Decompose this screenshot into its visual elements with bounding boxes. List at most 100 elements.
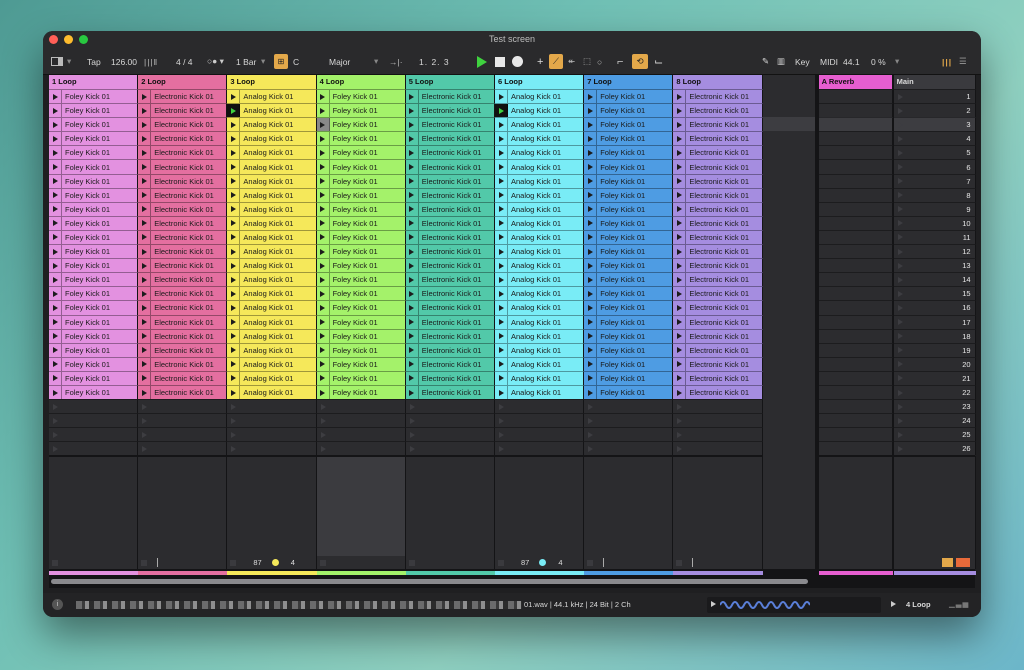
clip-launch-icon[interactable] <box>495 216 508 230</box>
empty-clip-slot[interactable] <box>138 427 228 442</box>
clip-launch-icon[interactable] <box>49 357 62 371</box>
clip-slot[interactable]: Electronic Kick 01 <box>673 300 763 315</box>
clip-slot[interactable]: Foley Kick 01 <box>316 201 406 216</box>
scene-launch-icon[interactable] <box>894 160 907 173</box>
clip-launch-icon[interactable] <box>227 343 241 357</box>
track-header[interactable]: Main <box>893 75 976 89</box>
clip-slot[interactable]: Analog Kick 01 <box>227 229 317 245</box>
clip-preview[interactable] <box>707 597 881 613</box>
clip-slot[interactable]: Foley Kick 01 <box>49 145 139 160</box>
empty-clip-slot[interactable] <box>673 427 763 442</box>
return-slot[interactable] <box>818 328 893 343</box>
empty-clip-slot[interactable] <box>495 427 585 442</box>
clip-slot[interactable]: Foley Kick 01 <box>316 173 406 188</box>
scene-launch-icon[interactable] <box>894 132 907 145</box>
clip-slot[interactable]: Analog Kick 01 <box>227 131 317 146</box>
clip-slot[interactable]: Foley Kick 01 <box>49 328 139 343</box>
clip-launch-icon[interactable] <box>227 188 241 202</box>
clip-slot[interactable]: Analog Kick 01 <box>495 328 585 343</box>
scene-launch-slot[interactable]: 25 <box>893 427 976 442</box>
clip-launch-icon[interactable] <box>495 301 508 315</box>
track-header[interactable]: 8 Loop <box>673 75 763 89</box>
clip-slot[interactable]: Electronic Kick 01 <box>673 384 763 400</box>
clip-launch-icon[interactable] <box>495 160 508 174</box>
clip-launch-icon[interactable] <box>495 174 508 188</box>
clip-slot[interactable]: Electronic Kick 01 <box>138 244 228 259</box>
clip-launch-icon[interactable] <box>317 301 330 315</box>
stop-clip-icon[interactable] <box>676 559 683 566</box>
scene-launch-icon[interactable] <box>894 217 907 230</box>
return-slot[interactable] <box>818 201 893 216</box>
clip-slot[interactable]: Analog Kick 01 <box>495 384 585 400</box>
scene-launch-slot[interactable]: 20 <box>893 356 976 371</box>
clip-launch-icon[interactable] <box>227 400 240 413</box>
clip-slot[interactable]: Foley Kick 01 <box>584 159 674 174</box>
clip-slot[interactable]: Analog Kick 01 <box>495 300 585 315</box>
scene-launch-slot[interactable]: 1 <box>893 89 976 104</box>
clip-slot[interactable]: Analog Kick 01 <box>495 286 585 301</box>
clip-launch-icon[interactable] <box>495 414 508 427</box>
scene-launch-slot[interactable]: 13 <box>893 258 976 273</box>
clip-launch-icon[interactable] <box>495 90 508 104</box>
clip-slot[interactable]: Foley Kick 01 <box>316 286 406 301</box>
clip-slot[interactable]: Electronic Kick 01 <box>138 370 228 385</box>
clip-slot[interactable]: Foley Kick 01 <box>584 258 674 273</box>
clip-launch-icon[interactable] <box>673 230 687 245</box>
empty-clip-slot[interactable] <box>495 441 585 456</box>
clip-slot[interactable]: Foley Kick 01 <box>49 131 139 146</box>
clip-slot[interactable]: Foley Kick 01 <box>49 356 139 371</box>
clip-launch-icon[interactable] <box>673 160 687 174</box>
clip-launch-icon[interactable] <box>584 287 598 301</box>
track-footer[interactable] <box>138 556 228 569</box>
clip-launch-icon[interactable] <box>138 371 152 385</box>
arrangement-view-icon[interactable]: ☰ <box>959 54 967 69</box>
cpu-chevron-icon[interactable]: ▾ <box>895 54 899 69</box>
clip-launch-icon[interactable] <box>49 414 62 427</box>
clip-launch-icon[interactable] <box>49 104 62 118</box>
clip-launch-icon[interactable] <box>673 146 687 160</box>
midi-map-button[interactable]: MIDI <box>820 54 838 69</box>
empty-clip-slot[interactable] <box>673 413 763 428</box>
clip-slot[interactable]: Analog Kick 01 <box>227 103 317 118</box>
clip-slot[interactable]: Analog Kick 01 <box>495 229 585 245</box>
clip-launch-icon[interactable] <box>49 132 62 146</box>
clip-slot[interactable]: Analog Kick 01 <box>227 328 317 343</box>
clip-launch-icon[interactable] <box>138 442 151 455</box>
clip-slot[interactable]: Analog Kick 01 <box>227 244 317 259</box>
clip-slot[interactable]: Analog Kick 01 <box>227 300 317 315</box>
return-slot[interactable] <box>818 173 893 188</box>
clip-launch-icon[interactable] <box>406 343 419 357</box>
clip-slot[interactable]: Foley Kick 01 <box>49 159 139 174</box>
clip-launch-icon[interactable] <box>227 259 241 273</box>
clip-launch-icon[interactable] <box>227 357 241 371</box>
clip-launch-icon[interactable] <box>584 104 598 118</box>
clip-launch-icon[interactable] <box>673 90 687 104</box>
clip-launch-icon[interactable] <box>495 287 508 301</box>
clip-slot[interactable]: Foley Kick 01 <box>316 342 406 357</box>
clip-launch-icon[interactable] <box>317 146 330 160</box>
track-footer[interactable] <box>584 556 674 569</box>
track-footer[interactable] <box>818 556 893 569</box>
clip-slot[interactable]: Foley Kick 01 <box>49 272 139 287</box>
clip-launch-icon[interactable] <box>138 118 152 132</box>
scene-launch-slot[interactable]: 26 <box>893 441 976 456</box>
capture-icon[interactable]: ⬚ <box>583 54 591 69</box>
scene-launch-slot[interactable]: 21 <box>893 370 976 385</box>
scene-launch-slot[interactable]: 19 <box>893 342 976 357</box>
clip-slot[interactable]: Foley Kick 01 <box>316 187 406 202</box>
empty-clip-slot[interactable] <box>584 427 674 442</box>
clip-launch-icon[interactable] <box>406 132 419 146</box>
empty-clip-slot[interactable] <box>405 441 495 456</box>
return-slot[interactable] <box>818 342 893 357</box>
clip-launch-icon[interactable] <box>673 329 687 343</box>
clip-slot[interactable]: Analog Kick 01 <box>495 342 585 357</box>
clip-slot[interactable]: Foley Kick 01 <box>49 384 139 400</box>
clip-launch-icon[interactable] <box>227 104 241 118</box>
stop-clip-icon[interactable] <box>230 559 237 566</box>
clip-launch-icon[interactable] <box>227 428 240 441</box>
clip-slot[interactable]: Analog Kick 01 <box>495 187 585 202</box>
return-slot[interactable] <box>818 215 893 230</box>
clip-launch-icon[interactable] <box>138 357 152 371</box>
clip-launch-icon[interactable] <box>584 301 598 315</box>
track-footer[interactable] <box>316 556 406 569</box>
